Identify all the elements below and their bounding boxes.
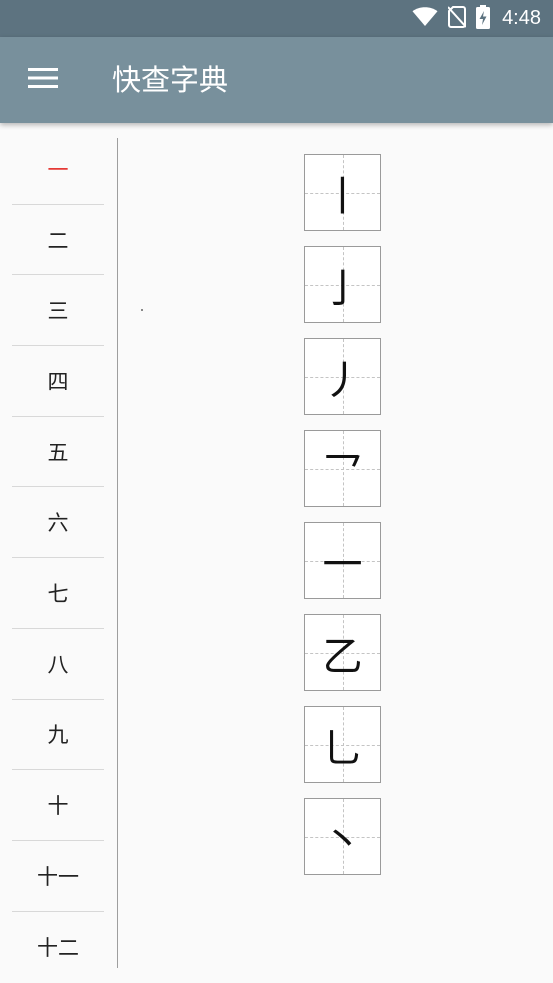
stroke-cell[interactable]: 丿 [304,338,381,415]
stroke-count-item[interactable]: 一 [12,134,104,205]
stroke-cell[interactable]: 丶 [304,798,381,875]
stroke-glyph: 乚 [322,725,363,772]
stroke-count-item[interactable]: 十一 [12,841,104,912]
stroke-count-item[interactable]: 二 [12,205,104,276]
stroke-count-item[interactable]: 三 [12,275,104,347]
stroke-cell[interactable]: 乚 [304,706,381,783]
stroke-count-item[interactable]: 十 [12,770,104,841]
stroke-glyph: 乙 [322,633,363,680]
stroke-grid: 丨 亅 丿 乛 一 乙 乚 丶 [304,154,382,890]
stroke-count-item[interactable]: 六 [12,487,104,559]
stroke-count-item[interactable]: 十二 [12,912,104,983]
stroke-cell[interactable]: 乙 [304,614,381,691]
stroke-glyph: 亅 [322,265,363,312]
hamburger-menu-icon [28,67,58,93]
stroke-glyph: 丶 [322,817,363,864]
stroke-cell[interactable]: 一 [304,522,381,599]
stroke-count-item[interactable]: 五 [12,417,104,488]
menu-button[interactable] [18,59,68,101]
stroke-glyph: 一 [322,541,363,588]
stray-dot [141,309,143,311]
battery-charging-icon [476,4,491,33]
status-bar: 4:48 [0,0,553,37]
stroke-glyph: 丿 [322,357,363,404]
stroke-glyph: 乛 [322,449,363,496]
list-divider [117,138,118,968]
app-bar: 快查字典 [0,37,553,123]
stroke-cell[interactable]: 亅 [304,246,381,323]
stroke-glyph: 丨 [322,173,363,220]
stroke-count-item[interactable]: 四 [12,346,104,417]
status-icons: 4:48 [412,0,541,37]
status-time: 4:48 [502,7,541,29]
no-sim-icon [447,5,467,32]
stroke-count-item[interactable]: 八 [12,629,104,700]
stroke-count-item[interactable]: 九 [12,700,104,771]
stroke-cell[interactable]: 乛 [304,430,381,507]
app-title: 快查字典 [112,63,229,97]
stroke-count-list: 一 二 三 四 五 六 七 八 九 十 十一 十二 [12,134,104,983]
stroke-count-item[interactable]: 七 [12,558,104,629]
stroke-cell[interactable]: 丨 [304,154,381,231]
wifi-icon [412,6,438,31]
